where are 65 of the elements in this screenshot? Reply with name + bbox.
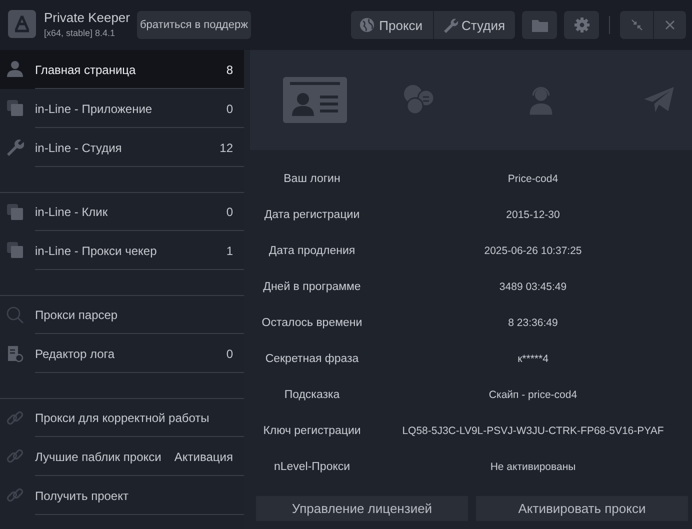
field-value: 8 23:36:49	[507, 317, 559, 329]
action-button[interactable]: Управление лицензией	[256, 496, 468, 521]
shrink-icon	[630, 19, 642, 31]
field-value: 2015-12-30	[505, 209, 561, 221]
document-icon	[6, 344, 24, 363]
field-value: Скайп - price-cod4	[488, 389, 578, 401]
item-label: Прокси парсер	[35, 308, 119, 322]
action-button[interactable]: Активировать прокси	[476, 496, 688, 521]
field-value: LQ58-5J3C-LV9L-PSVJ-W3JU-CTRK-FP68-5V16-PYAF	[401, 425, 665, 437]
toolbar-tab[interactable]: Студия	[432, 11, 515, 39]
item-count: 12	[220, 140, 233, 154]
close-icon	[664, 19, 676, 31]
field-label: Дата продления	[268, 245, 356, 257]
field-value: Price-cod4	[506, 173, 560, 185]
user-icon	[6, 60, 24, 79]
search-icon	[6, 306, 24, 324]
paper-plane-icon	[644, 87, 674, 113]
settings-icon	[574, 17, 590, 33]
app-version: [x64, stable] 8.4.1	[44, 27, 116, 40]
field-value: 2025-06-26 10:37:25	[483, 245, 583, 257]
field-value: Не активированы	[489, 461, 577, 473]
field-label: Ваш логин	[282, 173, 342, 185]
field-label: Дней в программе	[262, 281, 362, 293]
folder-button[interactable]	[522, 11, 557, 39]
link-icon	[6, 408, 24, 428]
item-count: 1	[226, 244, 233, 258]
item-label: Лучшие паблик прокси	[35, 450, 162, 464]
field-label: Дата регистрации	[263, 209, 361, 221]
field-value: к*****4	[516, 353, 550, 365]
item-label: in-Line - Клик	[35, 205, 109, 219]
field-label: Ключ регистрации	[262, 425, 362, 437]
field-label: Подсказка	[283, 389, 341, 401]
support-agent-icon	[528, 84, 554, 116]
item-label: Прокси для корректной работы	[35, 411, 210, 425]
wrench-icon	[6, 138, 24, 157]
logo-icon	[8, 10, 36, 38]
item-count: 8	[226, 62, 233, 76]
item-label: Главная страница	[35, 62, 137, 76]
field-label: Осталось времени	[260, 317, 364, 329]
chat-bubbles-icon	[402, 84, 436, 116]
support-button[interactable]: братиться в поддерж	[137, 11, 251, 39]
item-label: Редактор лога	[35, 346, 116, 360]
settings-button[interactable]	[564, 11, 599, 39]
section-tab[interactable]	[283, 77, 347, 123]
sidebar-item[interactable]: Главная страница 8	[0, 50, 244, 89]
item-label: in-Line - Прокси чекер	[35, 244, 158, 258]
app-title: Private Keeper	[44, 10, 130, 26]
stack-icon	[6, 99, 24, 118]
stack-icon	[6, 241, 24, 260]
field-value: 3489 03:45:49	[498, 281, 568, 293]
field-label: nLevel-Прокси	[272, 461, 352, 473]
item-count: 0	[226, 102, 233, 116]
item-count: 0	[226, 346, 233, 360]
item-label: Получить проект	[35, 488, 130, 502]
wrench-icon	[442, 17, 458, 33]
id-card-icon	[283, 77, 347, 123]
field-label: Секретная фраза	[264, 353, 360, 365]
item-label: in-Line - Студия	[35, 140, 123, 154]
activation-link[interactable]: Активация	[174, 450, 233, 464]
item-count: 0	[226, 205, 233, 219]
toolbar-tab[interactable]: Прокси	[351, 11, 433, 39]
globe-icon	[359, 17, 376, 33]
folder-icon	[532, 17, 548, 33]
stack-icon	[6, 202, 24, 222]
item-label: in-Line - Приложение	[35, 102, 154, 116]
